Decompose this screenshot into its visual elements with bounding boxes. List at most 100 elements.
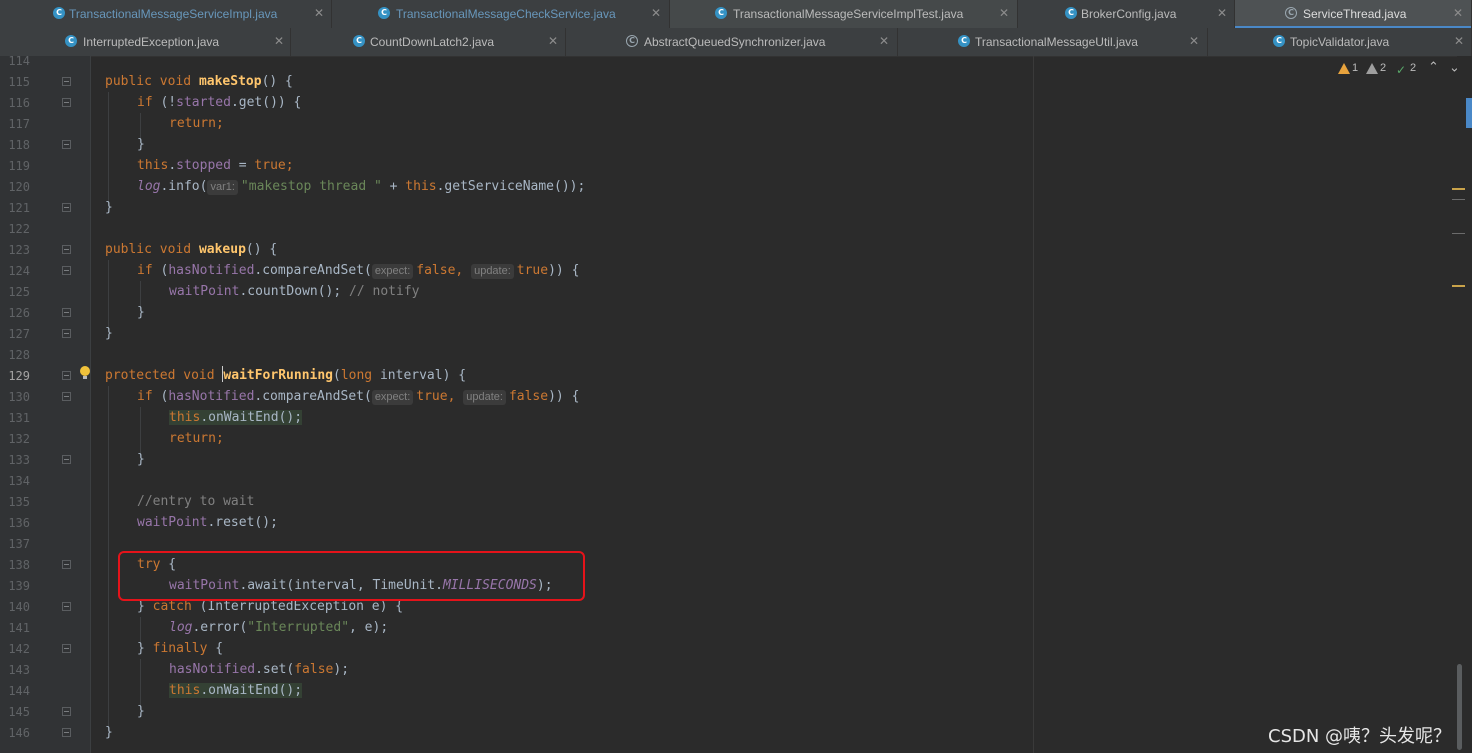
tab-label: AbstractQueuedSynchronizer.java: [644, 35, 826, 49]
code-line-121[interactable]: }: [105, 197, 113, 218]
token: if: [137, 389, 153, 404]
code-line-123[interactable]: public void wakeup() {: [105, 239, 277, 260]
code-line-144[interactable]: this.onWaitEnd();: [169, 680, 303, 701]
fold-icon[interactable]: [62, 392, 71, 401]
code-line-135[interactable]: //entry to wait: [137, 491, 254, 512]
abstract-class-icon: C: [1285, 7, 1297, 19]
typo-count[interactable]: 2: [1410, 62, 1416, 78]
weak-warning-icon[interactable]: [1366, 63, 1378, 74]
close-icon[interactable]: ✕: [651, 6, 661, 20]
weak-warning-count[interactable]: 2: [1380, 62, 1386, 78]
intention-bulb-icon[interactable]: [80, 366, 90, 380]
current-line-number: 129: [8, 369, 30, 383]
tab-abstract-queued-synchronizer[interactable]: C AbstractQueuedSynchronizer.java ✕: [566, 28, 898, 56]
typo-check-icon[interactable]: ✓: [1396, 63, 1406, 77]
code-line-141[interactable]: log.error("Interrupted", e);: [169, 617, 388, 638]
code-line-116[interactable]: if (!started.get()) {: [137, 92, 301, 113]
code-line-132[interactable]: return;: [169, 428, 224, 449]
fold-icon[interactable]: [62, 266, 71, 275]
close-icon[interactable]: ✕: [1453, 6, 1463, 20]
token: ;: [215, 116, 224, 131]
code-line-117[interactable]: return;: [169, 113, 224, 134]
fold-icon[interactable]: [62, 329, 71, 338]
code-line-120[interactable]: log.info(var1: "makestop thread " + this.…: [137, 176, 585, 197]
fold-icon[interactable]: [62, 560, 71, 569]
line-number: 122: [8, 222, 30, 236]
code-line-143[interactable]: hasNotified.set(false);: [169, 659, 349, 680]
tab-transactional-message-service-impl[interactable]: C TransactionalMessageServiceImpl.java ✕: [0, 0, 332, 28]
code-line-136[interactable]: waitPoint.reset();: [137, 512, 278, 533]
tab-broker-config[interactable]: C BrokerConfig.java ✕: [1018, 0, 1235, 28]
tab-label: TransactionalMessageCheckService.java: [396, 7, 616, 21]
line-number: 123: [8, 243, 30, 257]
parameter-hint: update:: [471, 264, 514, 279]
tab-service-thread[interactable]: C ServiceThread.java ✕: [1235, 0, 1472, 29]
close-icon[interactable]: ✕: [548, 34, 558, 48]
parameter-hint: update:: [463, 390, 506, 405]
close-icon[interactable]: ✕: [1454, 34, 1464, 48]
token: waitPoint: [137, 515, 208, 530]
fold-icon[interactable]: [62, 203, 71, 212]
token: }: [105, 326, 113, 341]
code-line-145[interactable]: }: [137, 701, 145, 722]
code-line-124[interactable]: if (hasNotified.compareAndSet(expect: fal…: [137, 260, 579, 281]
highlight-box: [118, 551, 585, 601]
close-icon[interactable]: ✕: [999, 6, 1009, 20]
line-number: 125: [8, 285, 30, 299]
tab-label: TransactionalMessageUtil.java: [975, 35, 1138, 49]
chevron-up-icon[interactable]: ⌃: [1428, 60, 1439, 75]
line-number: 119: [8, 159, 30, 173]
fold-icon[interactable]: [62, 140, 71, 149]
tab-transactional-message-service-impl-test[interactable]: C TransactionalMessageServiceImplTest.ja…: [670, 0, 1018, 28]
vertical-scrollbar[interactable]: [1457, 56, 1472, 753]
close-icon[interactable]: ✕: [1189, 34, 1199, 48]
code-line-119[interactable]: this.stopped = true;: [137, 155, 294, 176]
token: {: [207, 641, 224, 656]
scrollbar-thumb[interactable]: [1457, 664, 1462, 750]
code-line-133[interactable]: }: [137, 449, 145, 470]
code-line-146[interactable]: }: [105, 722, 113, 743]
fold-icon[interactable]: [62, 98, 71, 107]
token: }: [105, 725, 113, 740]
fold-icon[interactable]: [62, 308, 71, 317]
warning-marker[interactable]: [1452, 285, 1465, 287]
code-line-118[interactable]: }: [137, 134, 145, 155]
tab-label: CountDownLatch2.java: [370, 35, 495, 49]
line-number: 131: [8, 411, 30, 425]
code-line-127[interactable]: }: [105, 323, 113, 344]
code-line-131[interactable]: this.onWaitEnd();: [169, 407, 303, 428]
fold-icon[interactable]: [62, 77, 71, 86]
tab-count-down-latch2[interactable]: C CountDownLatch2.java ✕: [291, 28, 566, 56]
tab-transactional-message-check-service[interactable]: C TransactionalMessageCheckService.java …: [332, 0, 670, 28]
warning-count[interactable]: 1: [1352, 62, 1358, 78]
code-line-115[interactable]: public void makeStop() {: [105, 71, 293, 92]
fold-icon[interactable]: [62, 602, 71, 611]
close-icon[interactable]: ✕: [274, 34, 284, 48]
class-icon: C: [1273, 35, 1285, 47]
token: hasNotified: [168, 389, 255, 404]
tab-interrupted-exception[interactable]: C InterruptedException.java ✕: [0, 28, 291, 56]
code-line-142[interactable]: } finally {: [137, 638, 223, 659]
fold-icon[interactable]: [62, 245, 71, 254]
tab-transactional-message-util[interactable]: C TransactionalMessageUtil.java ✕: [898, 28, 1208, 56]
fold-icon[interactable]: [62, 371, 71, 380]
line-number: 115: [8, 75, 30, 89]
code-line-126[interactable]: }: [137, 302, 145, 323]
fold-icon[interactable]: [62, 707, 71, 716]
fold-icon[interactable]: [62, 455, 71, 464]
tab-topic-validator[interactable]: C TopicValidator.java ✕: [1208, 28, 1472, 56]
close-icon[interactable]: ✕: [314, 6, 324, 20]
code-line-125[interactable]: waitPoint.countDown(); // notify: [169, 281, 419, 302]
fold-icon[interactable]: [62, 644, 71, 653]
marker: [1452, 199, 1465, 200]
warning-icon[interactable]: [1338, 63, 1350, 74]
warning-marker[interactable]: [1452, 188, 1465, 190]
token: ;: [215, 431, 224, 446]
code-line-130[interactable]: if (hasNotified.compareAndSet(expect: tru…: [137, 386, 579, 407]
fold-icon[interactable]: [62, 728, 71, 737]
code-line-129[interactable]: protected void waitForRunning(long inter…: [105, 365, 466, 386]
line-number: 128: [8, 348, 30, 362]
close-icon[interactable]: ✕: [1217, 6, 1227, 20]
close-icon[interactable]: ✕: [879, 34, 889, 48]
line-number: 144: [8, 684, 30, 698]
